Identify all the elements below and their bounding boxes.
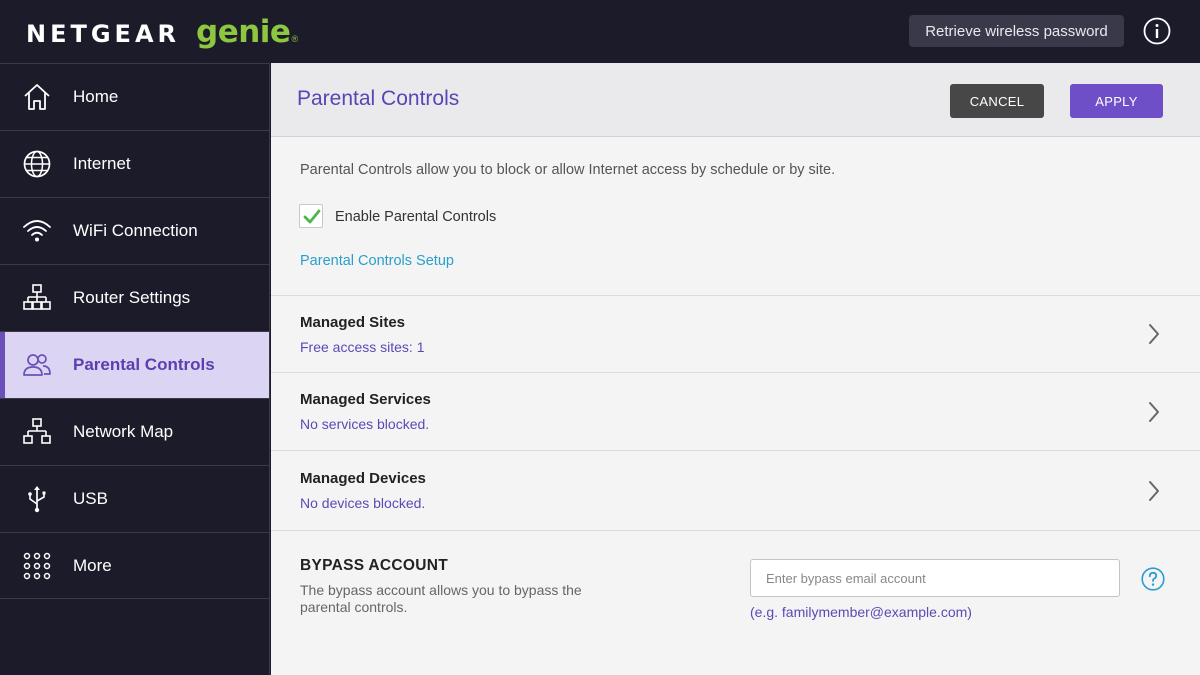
sidebar-item-label: Parental Controls (73, 355, 215, 374)
bypass-account-title: BYPASS ACCOUNT (300, 557, 449, 574)
grid-dots-icon (23, 552, 51, 579)
row-subtitle: No services blocked. (300, 416, 430, 432)
row-title: Managed Devices (300, 470, 426, 487)
brand-product: genie (196, 14, 291, 50)
sidebar-item-internet[interactable]: Internet (0, 130, 269, 197)
enable-parental-controls-checkbox[interactable] (299, 204, 323, 228)
bypass-email-input[interactable] (750, 559, 1120, 597)
sidebar-item-router-settings[interactable]: Router Settings (0, 264, 269, 331)
sidebar-item-home[interactable]: Home (0, 63, 269, 130)
users-icon (23, 354, 51, 376)
apply-button[interactable]: APPLY (1070, 84, 1163, 118)
chevron-right-icon (1149, 324, 1159, 344)
sidebar-item-label: Router Settings (73, 288, 191, 307)
sidebar-item-label: Internet (73, 154, 131, 173)
page-title: Parental Controls (297, 87, 460, 110)
sidebar-item-label: WiFi Connection (73, 221, 198, 240)
globe-icon (23, 150, 51, 178)
cancel-button[interactable]: CANCEL (950, 84, 1044, 118)
main-panel: Parental Controls CANCEL APPLY Parental … (271, 63, 1200, 675)
sidebar-item-wifi[interactable]: WiFi Connection (0, 197, 269, 264)
checkmark-icon (303, 209, 321, 224)
usb-icon (28, 486, 46, 513)
help-icon[interactable] (1141, 567, 1165, 591)
managed-services-row[interactable]: Managed Services No services blocked. (271, 372, 1200, 450)
top-bar: NETGEAR genie ® Retrieve wireless passwo… (0, 0, 1200, 63)
row-title: Managed Services (300, 391, 431, 408)
row-title: Managed Sites (300, 314, 406, 331)
sidebar-item-label: Network Map (73, 422, 174, 441)
retrieve-password-button[interactable]: Retrieve wireless password (909, 15, 1124, 47)
bypass-account-description: The bypass account allows you to bypass … (300, 582, 582, 615)
sidebar-item-more[interactable]: More (0, 532, 269, 599)
enable-parental-controls-label: Enable Parental Controls (335, 209, 497, 225)
info-icon[interactable] (1143, 17, 1171, 45)
row-subtitle: No devices blocked. (300, 495, 426, 511)
network-map-icon (23, 418, 51, 444)
bypass-account-section: BYPASS ACCOUNT The bypass account allows… (271, 530, 1200, 675)
bypass-email-example: (e.g. familymember@example.com) (750, 604, 972, 620)
router-settings-icon (23, 284, 51, 310)
parental-controls-setup-link[interactable]: Parental Controls Setup (300, 253, 454, 269)
main-header: Parental Controls CANCEL APPLY (271, 63, 1200, 137)
managed-sites-row[interactable]: Managed Sites Free access sites: 1 (271, 295, 1200, 372)
sidebar-item-usb[interactable]: USB (0, 465, 269, 532)
row-subtitle: Free access sites: 1 (300, 339, 425, 355)
brand-registered-mark: ® (291, 34, 299, 44)
sidebar-item-network-map[interactable]: Network Map (0, 398, 269, 465)
sidebar-item-label: More (73, 555, 112, 575)
chevron-right-icon (1149, 402, 1159, 422)
brand-logo: NETGEAR genie ® (26, 14, 298, 50)
sidebar: Home Internet WiFi Connection Router Set… (0, 63, 270, 675)
wifi-icon (23, 220, 51, 242)
intro-text: Parental Controls allow you to block or … (300, 162, 836, 178)
chevron-right-icon (1149, 481, 1159, 501)
brand-name: NETGEAR (26, 20, 180, 48)
sidebar-item-label: USB (73, 489, 108, 508)
sidebar-item-parental-controls[interactable]: Parental Controls (0, 331, 269, 398)
home-icon (24, 84, 50, 110)
managed-devices-row[interactable]: Managed Devices No devices blocked. (271, 450, 1200, 530)
sidebar-item-label: Home (73, 87, 119, 106)
